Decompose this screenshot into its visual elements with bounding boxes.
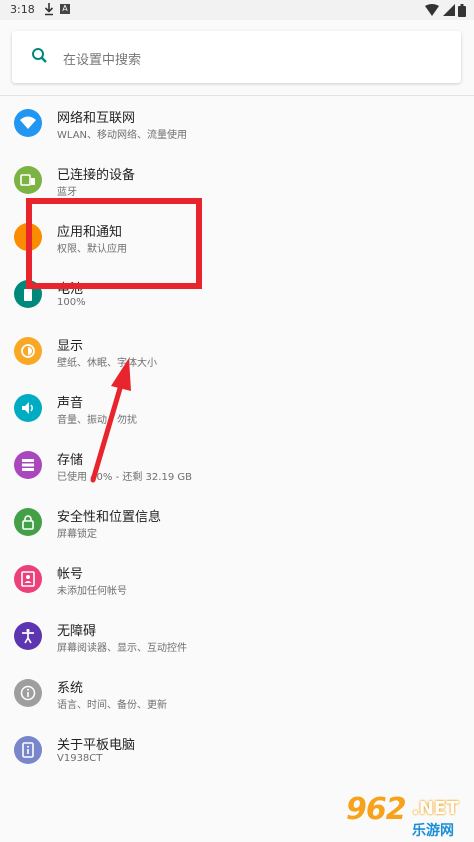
wifi-signal-icon: [425, 4, 439, 16]
sound-icon: [14, 394, 42, 422]
item-title: 关于平板电脑: [57, 738, 136, 753]
settings-item-accessibility[interactable]: 无障碍 屏幕阅读器、显示、互动控件: [0, 610, 474, 667]
item-subtitle: WLAN、移动网络、流量使用: [57, 130, 188, 141]
item-title: 帐号: [57, 567, 84, 582]
settings-item-about[interactable]: 关于平板电脑 V1938CT: [0, 724, 474, 781]
settings-item-security[interactable]: 安全性和位置信息 屏幕锁定: [0, 496, 474, 553]
item-subtitle: 音量、振动、勿扰: [57, 415, 137, 426]
settings-item-sound[interactable]: 声音 音量、振动、勿扰: [0, 382, 474, 439]
wifi-icon: [14, 109, 42, 137]
tablet-icon: [14, 736, 42, 764]
watermark-logo: 962 .NET 乐游网: [336, 792, 466, 839]
item-subtitle: 蓝牙: [57, 187, 77, 198]
item-subtitle: 语言、时间、备份、更新: [57, 700, 167, 711]
item-title: 系统: [57, 681, 84, 696]
watermark-number: 962: [346, 792, 407, 827]
watermark-suffix: .NET: [412, 798, 459, 819]
divider: [0, 95, 474, 96]
item-subtitle: V1938CT: [57, 753, 103, 764]
settings-item-system[interactable]: 系统 语言、时间、备份、更新: [0, 667, 474, 724]
item-subtitle: 屏幕锁定: [57, 529, 97, 540]
item-title: 已连接的设备: [57, 168, 136, 183]
settings-item-display[interactable]: 显示 壁纸、休眠、字体大小: [0, 325, 474, 382]
item-subtitle: 屏幕阅读器、显示、互动控件: [57, 643, 187, 654]
download-icon: [44, 2, 54, 19]
devices-icon: [14, 166, 42, 194]
status-icons: [425, 3, 466, 17]
item-subtitle: 100%: [57, 297, 86, 308]
status-bar: 3:18 A: [0, 0, 474, 20]
settings-item-accounts[interactable]: 帐号 未添加任何帐号: [0, 553, 474, 610]
item-title: 显示: [57, 339, 84, 354]
item-title: 无障碍: [57, 624, 97, 639]
storage-icon: [14, 451, 42, 479]
notification-a-icon: A: [60, 4, 70, 14]
info-icon: [14, 679, 42, 707]
item-title: 网络和互联网: [57, 111, 136, 126]
battery-status-icon: [458, 3, 466, 17]
item-title: 安全性和位置信息: [57, 510, 162, 525]
item-title: 声音: [57, 396, 84, 411]
item-subtitle: 未添加任何帐号: [57, 586, 127, 597]
watermark-site: 乐游网: [412, 823, 454, 839]
status-time: 3:18: [10, 3, 35, 16]
cell-signal-icon: [442, 4, 455, 16]
accessibility-icon: [14, 622, 42, 650]
search-bar[interactable]: 在设置中搜索: [12, 31, 461, 83]
settings-item-network[interactable]: 网络和互联网 WLAN、移动网络、流量使用: [0, 97, 474, 154]
search-icon: [31, 47, 49, 69]
account-icon: [14, 565, 42, 593]
search-placeholder: 在设置中搜索: [63, 53, 142, 68]
item-subtitle: 壁纸、休眠、字体大小: [57, 358, 157, 369]
settings-item-storage[interactable]: 存储 已使用 40% - 还剩 32.19 GB: [0, 439, 474, 496]
display-icon: [14, 337, 42, 365]
item-title: 存储: [57, 453, 84, 468]
security-icon: [14, 508, 42, 536]
item-subtitle: 已使用 40% - 还剩 32.19 GB: [57, 472, 192, 483]
highlight-box: [26, 198, 202, 289]
